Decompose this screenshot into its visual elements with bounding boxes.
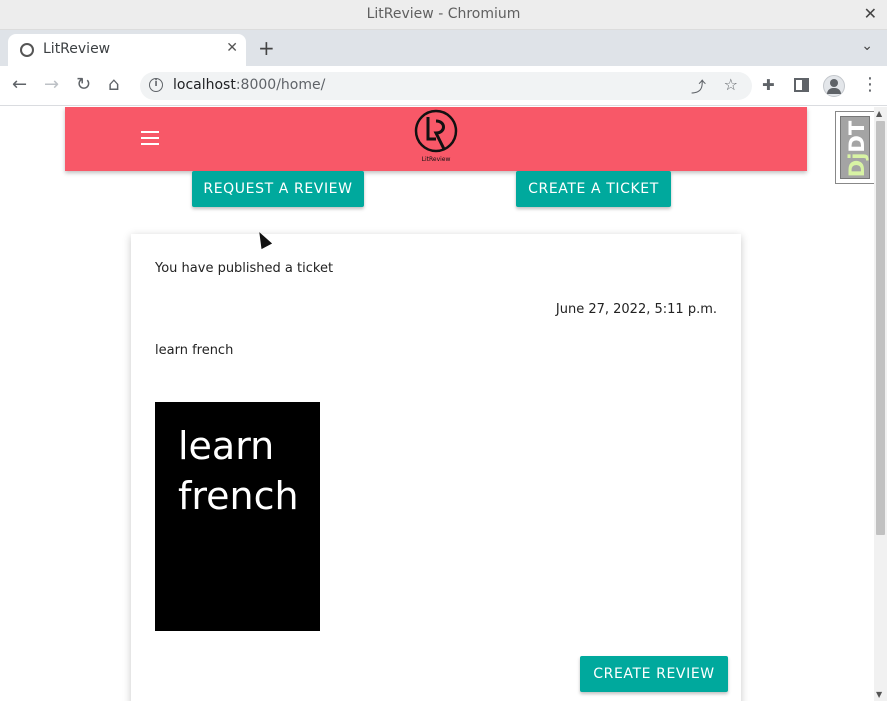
window-titlebar: LitReview - Chromium ✕ xyxy=(0,0,887,30)
logo-icon xyxy=(414,109,458,153)
favicon-icon xyxy=(20,43,34,57)
image-text-line2: french xyxy=(178,474,299,518)
scrollbar-thumb[interactable] xyxy=(876,121,885,535)
ticket-card: You have published a ticket June 27, 202… xyxy=(131,234,741,701)
create-review-button[interactable]: CREATE REVIEW xyxy=(580,656,728,692)
kebab-menu-icon[interactable]: ⋮ xyxy=(861,74,879,95)
new-tab-icon[interactable]: + xyxy=(258,36,275,60)
create-ticket-button[interactable]: CREATE A TICKET xyxy=(516,171,671,207)
scroll-down-icon[interactable]: ▼ xyxy=(876,690,882,699)
home-icon[interactable]: ⌂ xyxy=(108,74,119,96)
site-header: LitReview xyxy=(65,107,807,171)
debug-toolbar-handle[interactable]: DjDT xyxy=(835,111,875,184)
browser-toolbar: ← → ↻ ⌂ i localhost:8000/home/ ⤴ ☆ ✚ ⋮ xyxy=(0,66,887,106)
post-headline: You have published a ticket xyxy=(155,261,334,276)
logo-text: LitReview xyxy=(421,156,451,163)
bookmark-star-icon[interactable]: ☆ xyxy=(724,75,738,94)
site-info-icon[interactable]: i xyxy=(149,78,163,92)
site-logo[interactable]: LitReview xyxy=(413,109,459,165)
tab-label: LitReview xyxy=(43,41,111,57)
page-viewport: LitReview REQUEST A REVIEW CREATE A TICK… xyxy=(0,107,887,701)
side-panel-icon[interactable] xyxy=(794,78,809,92)
debug-toolbar-label: DjDT xyxy=(845,120,869,178)
hamburger-icon[interactable] xyxy=(141,131,159,145)
tab-litreview[interactable]: LitReview ✕ xyxy=(8,34,246,66)
back-icon[interactable]: ← xyxy=(12,74,27,96)
close-icon[interactable]: ✕ xyxy=(864,4,877,23)
request-review-button[interactable]: REQUEST A REVIEW xyxy=(192,171,364,207)
image-text-line1: learn xyxy=(178,424,275,468)
ticket-title: learn french xyxy=(155,343,234,358)
reload-icon[interactable]: ↻ xyxy=(76,74,91,96)
profile-icon[interactable] xyxy=(823,75,845,97)
address-bar[interactable]: i localhost:8000/home/ ⤴ ☆ xyxy=(140,72,752,100)
debug-toolbar-inner: DjDT xyxy=(840,116,870,179)
forward-icon: → xyxy=(44,74,60,95)
extensions-icon[interactable]: ✚ xyxy=(762,76,775,94)
scrollbar[interactable]: ▲ ▼ xyxy=(874,107,887,701)
ticket-image: learn french xyxy=(155,402,320,631)
post-date: June 27, 2022, 5:11 p.m. xyxy=(555,302,717,317)
tab-close-icon[interactable]: ✕ xyxy=(226,40,238,56)
url-text[interactable]: localhost:8000/home/ xyxy=(173,77,325,93)
window-title: LitReview - Chromium xyxy=(366,6,521,22)
share-icon[interactable]: ⤴ xyxy=(691,76,706,97)
tab-strip: LitReview ✕ xyxy=(0,30,887,66)
scroll-up-icon[interactable]: ▲ xyxy=(876,109,882,118)
chevron-down-icon[interactable]: ⌄ xyxy=(861,38,873,54)
